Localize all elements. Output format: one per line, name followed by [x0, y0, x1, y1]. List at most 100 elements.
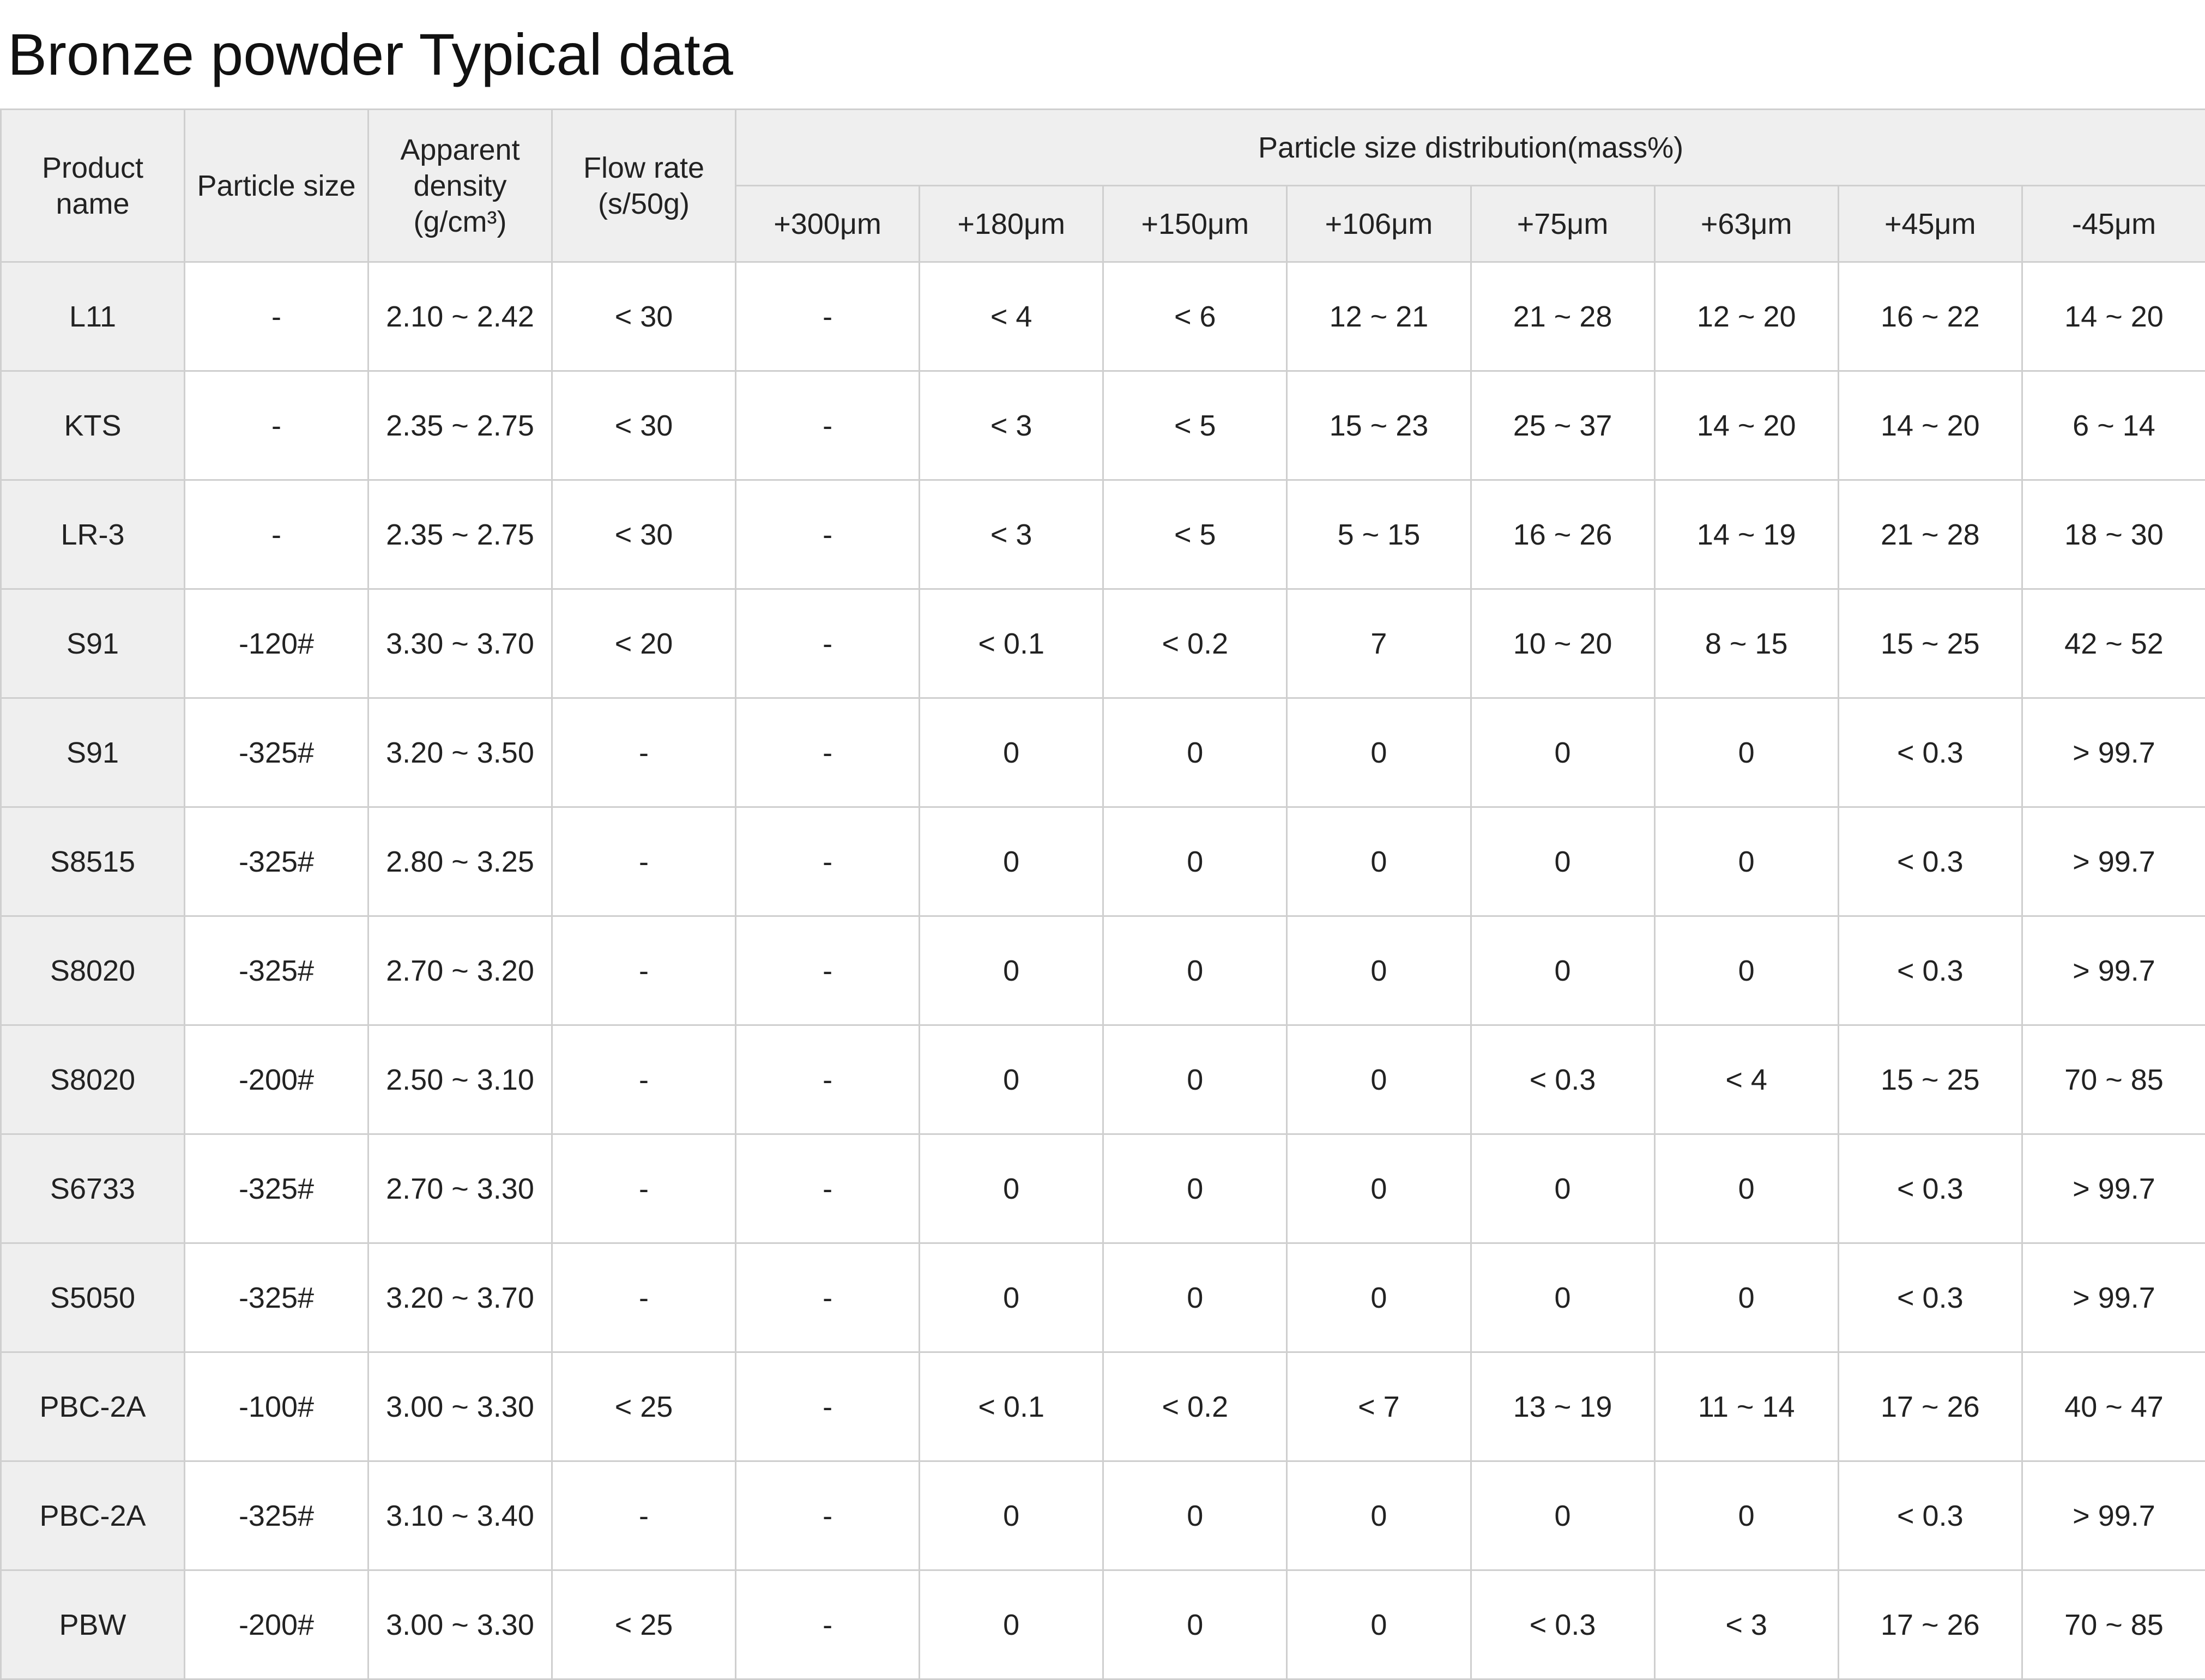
flow-rate-cell: < 20 [552, 589, 736, 698]
header-product-name: Product name [1, 110, 185, 262]
distribution-cell: 0 [1287, 1461, 1471, 1570]
distribution-cell: 70 ~ 85 [2022, 1570, 2205, 1679]
distribution-cell: - [736, 698, 920, 807]
page: Bronze powder Typical data Product name … [0, 0, 2205, 1679]
apparent-density-cell: 2.35 ~ 2.75 [368, 480, 552, 589]
flow-rate-cell: < 30 [552, 480, 736, 589]
distribution-cell: 0 [1471, 698, 1654, 807]
distribution-cell: 6 ~ 14 [2022, 371, 2205, 480]
distribution-cell: < 0.3 [1838, 1243, 2022, 1352]
table-row: KTS-2.35 ~ 2.75< 30-< 3< 515 ~ 2325 ~ 37… [1, 371, 2205, 480]
distribution-cell: < 0.1 [920, 1352, 1103, 1461]
distribution-cell: 0 [1471, 807, 1654, 916]
header-dist-col: +180μm [920, 186, 1103, 262]
apparent-density-cell: 3.20 ~ 3.70 [368, 1243, 552, 1352]
distribution-cell: < 0.2 [1103, 589, 1287, 698]
distribution-cell: 7 [1287, 589, 1471, 698]
distribution-cell: 13 ~ 19 [1471, 1352, 1654, 1461]
distribution-cell: 0 [1287, 1134, 1471, 1243]
particle-size-cell: -325# [185, 1134, 368, 1243]
distribution-cell: 14 ~ 20 [2022, 262, 2205, 371]
particle-size-cell: -120# [185, 589, 368, 698]
distribution-cell: > 99.7 [2022, 1461, 2205, 1570]
flow-rate-cell: < 30 [552, 262, 736, 371]
particle-size-cell: -325# [185, 807, 368, 916]
header-dist-col: +300μm [736, 186, 920, 262]
product-name-cell: S8515 [1, 807, 185, 916]
distribution-cell: 0 [1103, 1134, 1287, 1243]
product-name-cell: S91 [1, 589, 185, 698]
distribution-cell: < 5 [1103, 480, 1287, 589]
table-row: S8020-325#2.70 ~ 3.20--00000< 0.3> 99.7 [1, 916, 2205, 1025]
distribution-cell: 0 [1287, 1025, 1471, 1134]
distribution-cell: < 0.3 [1838, 1134, 2022, 1243]
particle-size-cell: - [185, 371, 368, 480]
header-apparent-density: Apparent density (g/cm³) [368, 110, 552, 262]
distribution-cell: 0 [1287, 1570, 1471, 1679]
distribution-cell: 14 ~ 19 [1654, 480, 1838, 589]
flow-rate-cell: < 30 [552, 371, 736, 480]
page-title: Bronze powder Typical data [8, 16, 733, 93]
distribution-cell: 25 ~ 37 [1471, 371, 1654, 480]
distribution-cell: 0 [920, 1025, 1103, 1134]
apparent-density-cell: 3.00 ~ 3.30 [368, 1570, 552, 1679]
header-dist-col: +106μm [1287, 186, 1471, 262]
distribution-cell: - [736, 1570, 920, 1679]
distribution-cell: 0 [1471, 1461, 1654, 1570]
apparent-density-cell: 2.50 ~ 3.10 [368, 1025, 552, 1134]
distribution-cell: < 3 [920, 371, 1103, 480]
product-name-cell: S8020 [1, 916, 185, 1025]
distribution-cell: 0 [1103, 1025, 1287, 1134]
table-row: S91-120#3.30 ~ 3.70< 20-< 0.1< 0.2710 ~ … [1, 589, 2205, 698]
distribution-cell: 16 ~ 26 [1471, 480, 1654, 589]
header-flow-rate: Flow rate (s/50g) [552, 110, 736, 262]
distribution-cell: < 0.1 [920, 589, 1103, 698]
flow-rate-cell: - [552, 916, 736, 1025]
distribution-cell: < 0.2 [1103, 1352, 1287, 1461]
distribution-cell: - [736, 1025, 920, 1134]
distribution-cell: - [736, 589, 920, 698]
distribution-cell: 18 ~ 30 [2022, 480, 2205, 589]
distribution-cell: 0 [1103, 807, 1287, 916]
distribution-cell: 0 [1287, 916, 1471, 1025]
flow-rate-cell: < 25 [552, 1570, 736, 1679]
distribution-cell: 0 [1287, 698, 1471, 807]
distribution-cell: 0 [1287, 1243, 1471, 1352]
distribution-cell: 12 ~ 20 [1654, 262, 1838, 371]
distribution-cell: 0 [1103, 916, 1287, 1025]
distribution-cell: 15 ~ 25 [1838, 1025, 2022, 1134]
distribution-cell: 0 [920, 807, 1103, 916]
distribution-cell: 11 ~ 14 [1654, 1352, 1838, 1461]
distribution-cell: > 99.7 [2022, 698, 2205, 807]
distribution-cell: < 7 [1287, 1352, 1471, 1461]
distribution-cell: 0 [1654, 1461, 1838, 1570]
distribution-cell: - [736, 1352, 920, 1461]
flow-rate-cell: < 25 [552, 1352, 736, 1461]
product-name-cell: PBW [1, 1570, 185, 1679]
particle-size-cell: -100# [185, 1352, 368, 1461]
apparent-density-cell: 2.70 ~ 3.30 [368, 1134, 552, 1243]
distribution-cell: 0 [1103, 1461, 1287, 1570]
apparent-density-cell: 3.10 ~ 3.40 [368, 1461, 552, 1570]
apparent-density-cell: 2.35 ~ 2.75 [368, 371, 552, 480]
distribution-cell: 8 ~ 15 [1654, 589, 1838, 698]
table-row: S8515-325#2.80 ~ 3.25--00000< 0.3> 99.7 [1, 807, 2205, 916]
distribution-cell: 12 ~ 21 [1287, 262, 1471, 371]
distribution-cell: 0 [920, 1134, 1103, 1243]
distribution-cell: 0 [1654, 1134, 1838, 1243]
distribution-cell: 0 [920, 1461, 1103, 1570]
particle-size-cell: - [185, 480, 368, 589]
header-dist-col: +63μm [1654, 186, 1838, 262]
distribution-cell: 0 [920, 1243, 1103, 1352]
distribution-cell: 0 [1654, 698, 1838, 807]
product-name-cell: KTS [1, 371, 185, 480]
distribution-cell: - [736, 262, 920, 371]
flow-rate-cell: - [552, 1134, 736, 1243]
distribution-cell: 21 ~ 28 [1471, 262, 1654, 371]
bronze-powder-data-table: Product name Particle size Apparent dens… [0, 108, 2205, 1680]
distribution-cell: < 0.3 [1838, 1461, 2022, 1570]
particle-size-cell: -325# [185, 698, 368, 807]
table-row: LR-3-2.35 ~ 2.75< 30-< 3< 55 ~ 1516 ~ 26… [1, 480, 2205, 589]
product-name-cell: S8020 [1, 1025, 185, 1134]
particle-size-cell: -200# [185, 1025, 368, 1134]
